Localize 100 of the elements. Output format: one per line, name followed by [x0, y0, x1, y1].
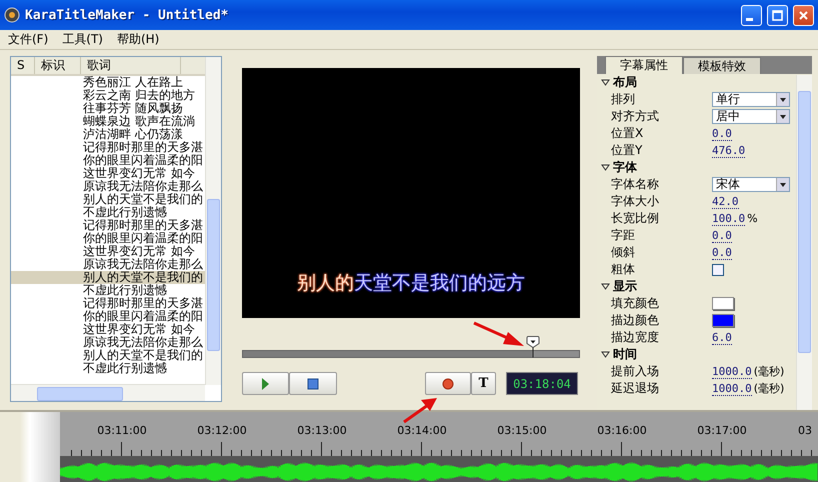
menu-item[interactable]: 帮助(H) — [116, 31, 160, 48]
close-button[interactable] — [793, 4, 814, 26]
time-label: 03:12:00 — [197, 424, 247, 437]
play-button[interactable] — [242, 372, 289, 395]
scrollbar[interactable] — [205, 57, 221, 385]
time-label: 03:17:00 — [697, 424, 747, 437]
lyric-row[interactable]: 别人的天堂不是我们的 — [11, 349, 205, 362]
number-field[interactable]: 100.0 — [712, 212, 746, 226]
caret-icon — [780, 98, 786, 102]
stop-button[interactable] — [289, 372, 337, 395]
collapse-icon[interactable] — [601, 283, 610, 290]
record-button[interactable] — [425, 372, 471, 395]
minimize-icon — [746, 18, 753, 20]
annotation-arrow — [402, 396, 438, 424]
lyric-row[interactable]: 彩云之南 归去的地方 — [11, 89, 205, 102]
lyric-row[interactable]: 往事芬芳 随风飘扬 — [11, 102, 205, 115]
lyric-row[interactable]: 不虚此行别遗憾 — [11, 206, 205, 219]
number-field[interactable]: 6.0 — [712, 330, 732, 344]
collapse-icon[interactable] — [601, 351, 610, 358]
lyric-row[interactable]: 原谅我无法陪你走那么 — [11, 180, 205, 193]
stop-icon — [305, 376, 321, 392]
karaoke-subtitle: 别人的天堂不是我们的远方 — [297, 271, 525, 296]
time-display: 03:18:04 — [506, 372, 578, 395]
lyric-row[interactable]: 你的眼里闪着温柔的阳 — [11, 310, 205, 323]
property-label: 提前入场 — [611, 363, 660, 380]
property-label: 描边宽度 — [611, 329, 660, 346]
caret-icon — [780, 114, 786, 118]
maximize-icon — [771, 8, 784, 22]
dropdown[interactable]: 单行 — [712, 92, 790, 107]
number-field[interactable]: 0.0 — [712, 246, 732, 260]
unit-label: % — [747, 212, 758, 225]
lyric-row[interactable]: 这世界变幻无常 如今 — [11, 167, 205, 180]
annotation-arrow — [472, 320, 526, 348]
property-label: 倾斜 — [611, 244, 636, 261]
seek-bar[interactable] — [242, 335, 580, 358]
property-label: 字距 — [611, 227, 636, 244]
number-field[interactable]: 476.0 — [712, 144, 746, 158]
menu-item[interactable]: 工具(T) — [62, 31, 103, 48]
lyric-row[interactable]: 不虚此行别遗憾 — [11, 284, 205, 297]
lyric-row[interactable]: 你的眼里闪着温柔的阳 — [11, 154, 205, 167]
lyric-row[interactable]: 记得那时那里的天多湛 — [11, 141, 205, 154]
text-button[interactable]: T — [471, 372, 496, 395]
property-label: 字体大小 — [611, 193, 660, 210]
property-label: 排列 — [611, 91, 636, 108]
lyric-row[interactable]: 记得那时那里的天多湛 — [11, 219, 205, 232]
property-label: 长宽比例 — [611, 210, 660, 227]
property-label: 对齐方式 — [611, 108, 660, 125]
lyric-row[interactable]: 原谅我无法陪你走那么 — [11, 258, 205, 271]
color-swatch[interactable] — [712, 297, 734, 310]
record-icon — [440, 376, 456, 392]
dropdown[interactable]: 宋体 — [712, 177, 790, 192]
time-label: 03:15:00 — [497, 424, 547, 437]
color-swatch[interactable] — [712, 314, 734, 327]
collapse-icon[interactable] — [601, 164, 610, 171]
property-label: 粗体 — [611, 261, 636, 278]
lyric-row[interactable]: 原谅我无法陪你走那么 — [11, 336, 205, 349]
number-field[interactable]: 0.0 — [712, 126, 732, 140]
window-title: KaraTitleMaker - Untitled* — [25, 8, 230, 22]
lyric-row[interactable]: 蝴蝶泉边 歌声在流淌 — [11, 115, 205, 128]
property-label: 位置X — [611, 125, 644, 142]
number-field[interactable]: 42.0 — [712, 194, 738, 208]
number-field[interactable]: 1000.0 — [712, 382, 752, 396]
property-label: 字体名称 — [611, 176, 660, 193]
time-label: 03:11:00 — [97, 424, 147, 437]
lyric-row[interactable]: 泸沽湖畔 心仍荡漾 — [11, 128, 205, 141]
property-label: 位置Y — [611, 142, 644, 159]
lyric-row[interactable]: 这世界变幻无常 如今 — [11, 245, 205, 258]
column-header[interactable]: 歌词 — [81, 57, 181, 74]
collapse-icon[interactable] — [601, 79, 610, 86]
group-title: 时间 — [613, 346, 637, 363]
tab[interactable]: 模板特效 — [683, 57, 761, 74]
column-header[interactable]: 标识 — [35, 57, 81, 74]
close-icon — [797, 8, 810, 22]
group-title: 显示 — [613, 278, 637, 295]
unit-label: (毫秒) — [754, 381, 784, 396]
number-field[interactable]: 1000.0 — [712, 364, 752, 378]
tab[interactable]: 字幕属性 — [605, 56, 683, 74]
app-icon — [4, 7, 20, 23]
property-label: 描边颜色 — [611, 312, 660, 329]
slider-thumb[interactable] — [526, 335, 540, 358]
number-field[interactable]: 0.0 — [712, 228, 732, 242]
minimize-button[interactable] — [741, 4, 762, 26]
lyric-row[interactable]: 别人的天堂不是我们的 — [11, 193, 205, 206]
maximize-button[interactable] — [767, 4, 788, 26]
property-label: 填充颜色 — [611, 295, 660, 312]
checkbox[interactable] — [712, 264, 724, 276]
scrollbar[interactable] — [796, 75, 812, 410]
lyric-row[interactable]: 不虚此行别遗憾 — [11, 362, 205, 375]
scrollbar[interactable] — [11, 384, 205, 401]
menu-item[interactable]: 文件(F) — [8, 31, 48, 48]
group-title: 布局 — [613, 74, 637, 91]
lyric-row[interactable]: 别人的天堂不是我们的 — [11, 271, 205, 284]
lyric-row[interactable]: 你的眼里闪着温柔的阳 — [11, 232, 205, 245]
time-label: 03:14:00 — [397, 424, 447, 437]
lyric-row[interactable]: 记得那时那里的天多湛 — [11, 297, 205, 310]
column-header[interactable]: S — [11, 57, 35, 74]
lyric-row[interactable]: 这世界变幻无常 如今 — [11, 323, 205, 336]
property-label: 延迟退场 — [611, 380, 660, 397]
lyric-row[interactable]: 秀色丽江 人在路上 — [11, 76, 205, 89]
dropdown[interactable]: 居中 — [712, 109, 790, 124]
